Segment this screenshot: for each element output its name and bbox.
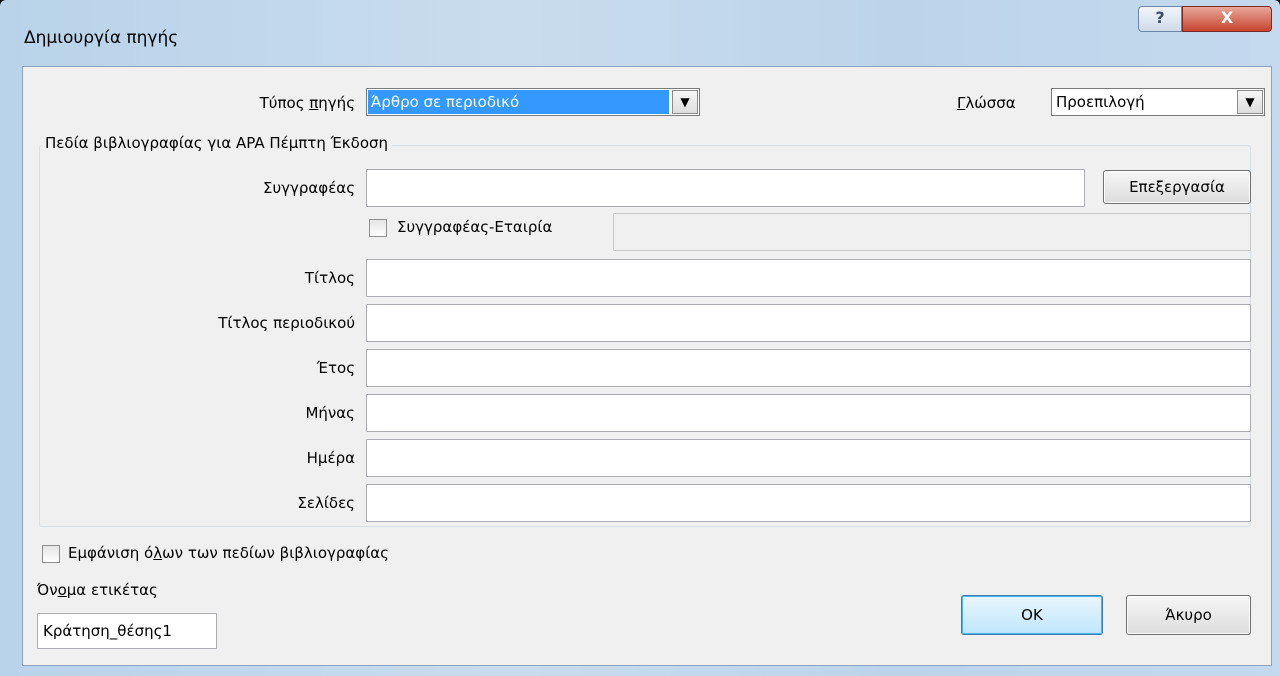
show-all-fields-checkbox[interactable] [42,545,60,563]
journal-title-label: Τίτλος περιοδικού [218,314,355,332]
dialog-body: Τύπος πηγής Άρθρο σε περιοδικό ▼ Γλώσσα … [22,66,1272,666]
corporate-author-label: Συγγραφέας-Εταιρία [397,218,553,236]
help-button[interactable]: ? [1138,6,1182,32]
ok-button[interactable]: OK [961,595,1103,635]
month-input[interactable] [366,394,1251,432]
corporate-author-input [613,213,1251,251]
language-label: Γλώσσα [957,94,1016,112]
month-label: Μήνας [305,404,355,422]
tag-name-input[interactable]: Κράτηση_θέσης1 [37,613,217,649]
tag-name-label: Όνομα ετικέτας [37,581,158,599]
day-input[interactable] [366,439,1251,477]
source-type-select[interactable]: Άρθρο σε περιοδικό ▼ [366,88,700,116]
dialog-title: Δημιουργία πηγής [24,28,179,48]
author-input[interactable] [366,169,1085,207]
year-input[interactable] [366,349,1251,387]
year-label: Έτος [316,359,355,377]
show-all-fields-label: Εμφάνιση όλων των πεδίων βιβλιογραφίας [68,544,389,562]
source-type-value: Άρθρο σε περιοδικό [368,90,669,114]
cancel-button[interactable]: Άκυρο [1126,595,1251,635]
dialog-window: Δημιουργία πηγής ? X Τύπος πηγής Άρθρο σ… [0,0,1280,676]
chevron-down-icon[interactable]: ▼ [672,90,698,114]
author-label: Συγγραφέας [262,179,355,197]
title-input[interactable] [366,259,1251,297]
source-type-label: Τύπος πηγής [259,94,355,112]
edit-author-button[interactable]: Επεξεργασία [1103,170,1251,204]
day-label: Ημέρα [306,449,355,467]
close-button[interactable]: X [1182,6,1272,32]
chevron-down-icon[interactable]: ▼ [1237,90,1263,114]
title-bar: Δημιουργία πηγής ? X [0,0,1280,66]
pages-input[interactable] [366,484,1251,522]
corporate-author-checkbox[interactable] [369,219,387,237]
group-title: Πεδία βιβλιογραφίας για APA Πέμπτη Έκδοσ… [41,134,393,152]
title-label: Τίτλος [304,269,355,287]
language-value: Προεπιλογή [1056,93,1145,111]
language-select[interactable]: Προεπιλογή ▼ [1051,88,1265,116]
pages-label: Σελίδες [297,494,355,512]
journal-title-input[interactable] [366,304,1251,342]
